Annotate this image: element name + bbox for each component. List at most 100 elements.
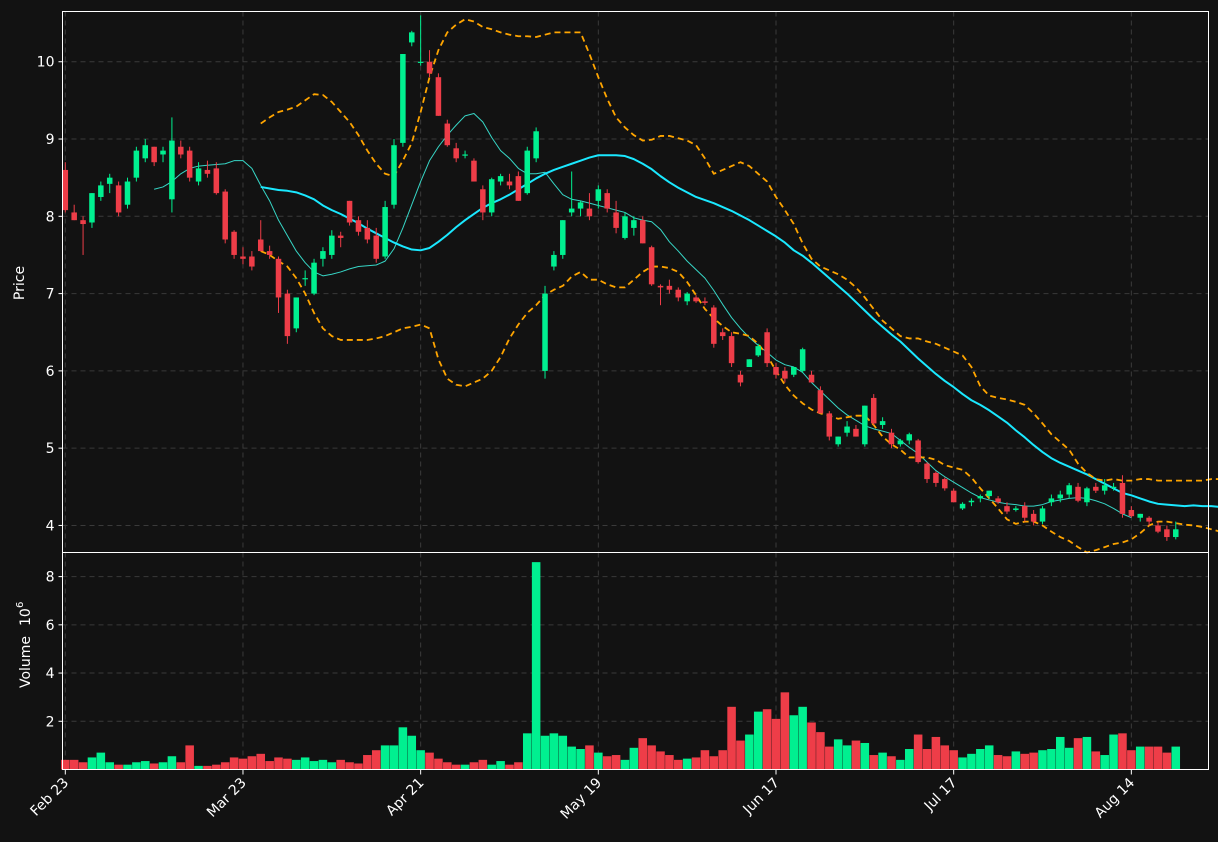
volume-bar	[194, 765, 203, 770]
candle-body	[133, 150, 140, 178]
candle	[346, 200, 353, 226]
volume-bar	[300, 757, 310, 770]
volume-bar	[620, 759, 630, 770]
candle-body	[986, 490, 992, 497]
candle	[711, 305, 717, 348]
volume-bar	[816, 732, 825, 770]
candle-body	[924, 463, 930, 480]
candle-body	[257, 239, 264, 252]
candle-body	[391, 145, 397, 205]
candle-body	[355, 220, 362, 232]
candle	[870, 394, 877, 425]
volume-bar	[594, 752, 603, 770]
candle-body	[773, 367, 779, 375]
candle-body	[488, 179, 495, 213]
volume-bar	[398, 727, 408, 770]
candle-body	[497, 176, 504, 182]
volume-bar	[247, 756, 257, 770]
candle-body	[1101, 485, 1108, 491]
candle-body	[178, 146, 184, 155]
candle-body	[320, 251, 326, 259]
candle-body	[933, 472, 939, 483]
candle-body	[62, 169, 69, 211]
candle-body	[657, 285, 664, 288]
candle-body	[808, 374, 815, 383]
candle-body	[684, 293, 690, 302]
volume-bar	[736, 740, 745, 770]
candle	[560, 220, 566, 259]
volume-bar	[1011, 751, 1021, 770]
candle-body	[942, 479, 948, 489]
candle-body	[444, 123, 451, 146]
volume-bar	[682, 758, 692, 770]
price-tick-label: 6	[46, 364, 55, 380]
volume-bar	[149, 763, 159, 770]
volume-bar	[1100, 755, 1109, 770]
candle-body	[1004, 506, 1010, 512]
candle	[222, 189, 228, 244]
candle-body	[764, 332, 770, 364]
candle-body	[853, 428, 859, 437]
candle-body	[1057, 494, 1064, 499]
candle-body	[844, 426, 850, 433]
candle	[799, 347, 806, 373]
candle-body	[675, 289, 682, 298]
candle-body	[1021, 506, 1028, 518]
candle-body	[453, 148, 459, 159]
candle-body	[1119, 482, 1126, 514]
volume-bar	[1162, 752, 1172, 770]
volume-bar	[363, 755, 372, 770]
volume-bar	[96, 752, 106, 770]
candle	[542, 285, 548, 379]
candle-body	[115, 185, 122, 213]
candle-body	[1048, 498, 1055, 503]
volume-bar	[283, 758, 292, 770]
candle-body	[329, 235, 335, 255]
volume-bar	[993, 755, 1003, 770]
volume-bar	[1118, 733, 1127, 770]
volume-bar	[220, 762, 230, 770]
volume-bar	[1144, 746, 1154, 770]
candle-body	[719, 332, 726, 337]
volume-tick-label: 8	[46, 570, 55, 586]
volume-bar	[940, 745, 950, 770]
price-tick-label: 8	[46, 209, 55, 225]
volume-bar	[531, 562, 541, 770]
volume-bar	[451, 764, 461, 770]
volume-bar	[647, 745, 656, 770]
volume-axis-exponent: 6	[15, 602, 26, 608]
candle-body	[89, 193, 95, 223]
candle-body	[240, 256, 246, 259]
candle-body	[1164, 529, 1170, 538]
candle-body	[782, 370, 788, 379]
volume-bar	[1038, 750, 1047, 770]
candle-body	[888, 432, 895, 445]
candle-body	[826, 413, 833, 437]
candle-body	[426, 61, 433, 74]
volume-bar	[407, 735, 417, 770]
volume-bar	[665, 755, 674, 770]
candle	[826, 411, 833, 441]
volume-bar	[469, 762, 479, 770]
volume-bar	[851, 740, 861, 770]
volume-tick-label: 6	[46, 618, 55, 634]
candle-body	[604, 193, 610, 209]
candle	[915, 438, 921, 464]
candle-body	[746, 359, 753, 368]
volume-bar	[1073, 738, 1083, 770]
candle-body	[693, 297, 699, 302]
candle-body	[195, 168, 202, 182]
volume-bar	[691, 757, 701, 770]
volume-bar	[203, 765, 212, 770]
volume-bar	[656, 751, 665, 770]
volume-bar	[825, 746, 834, 770]
price-tick-label: 5	[46, 441, 55, 457]
candle	[311, 258, 317, 296]
volume-bar	[229, 757, 239, 770]
candle-body	[879, 421, 886, 425]
candle-body	[613, 212, 619, 228]
candle-body	[551, 254, 557, 267]
candle-body	[977, 496, 984, 499]
volume-bar	[505, 764, 514, 770]
candle-body	[1075, 486, 1081, 501]
